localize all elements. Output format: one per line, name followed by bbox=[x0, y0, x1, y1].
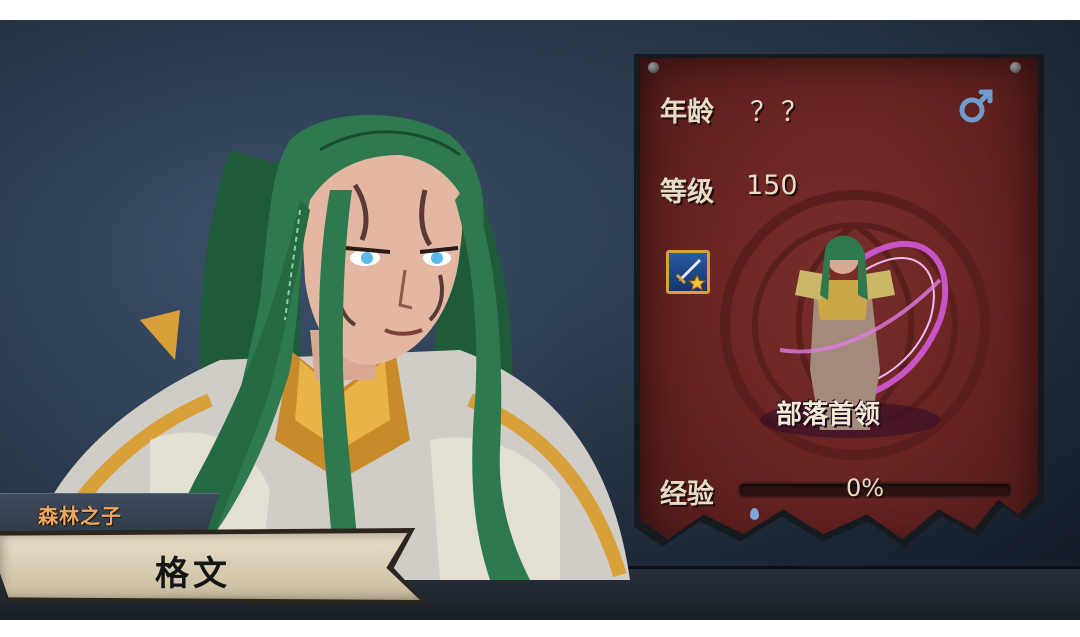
rivet-icon bbox=[1010, 62, 1021, 73]
level-value: 150 bbox=[746, 170, 798, 201]
exp-label: 经验 bbox=[660, 479, 714, 510]
age-value: ？？ bbox=[750, 97, 812, 128]
exp-marker-icon bbox=[750, 508, 759, 520]
class-name: 部落首领 bbox=[776, 400, 881, 430]
character-name: 格文 bbox=[155, 554, 231, 594]
character-title: 森林之子 bbox=[38, 504, 122, 528]
exp-value: 0% bbox=[846, 474, 885, 502]
sword-star-icon[interactable] bbox=[666, 250, 710, 294]
age-label: 年龄 bbox=[660, 97, 714, 128]
level-label: 等级 bbox=[660, 177, 714, 208]
male-symbol-icon bbox=[959, 89, 993, 123]
rivet-icon bbox=[648, 62, 659, 73]
